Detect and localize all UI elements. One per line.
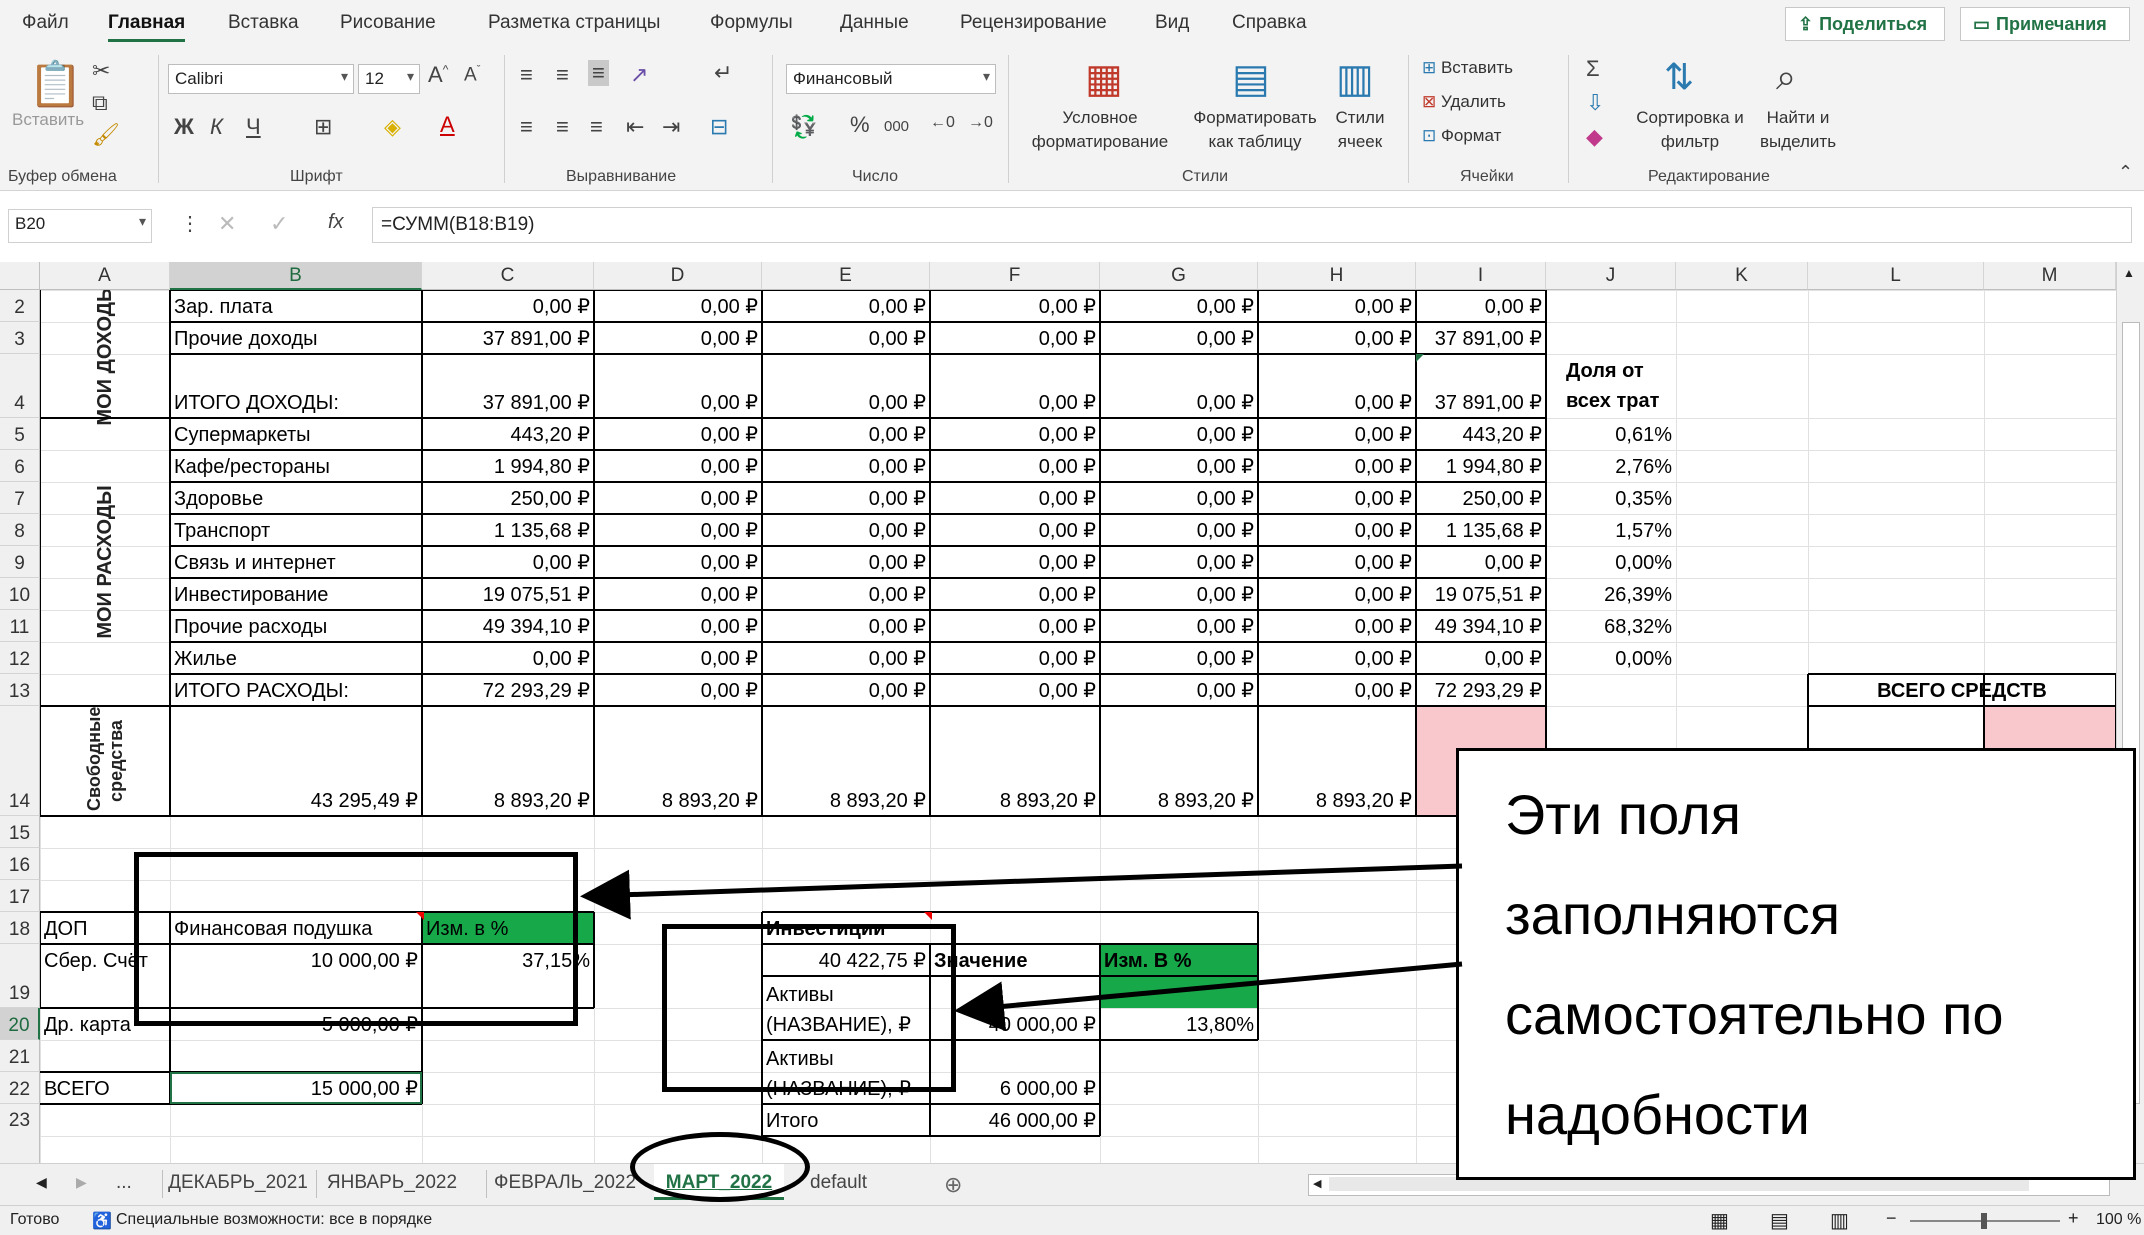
annotation-arrow	[954, 961, 1463, 1032]
annotation-arrows	[580, 863, 1463, 1032]
annotation-arrow	[580, 863, 1463, 920]
